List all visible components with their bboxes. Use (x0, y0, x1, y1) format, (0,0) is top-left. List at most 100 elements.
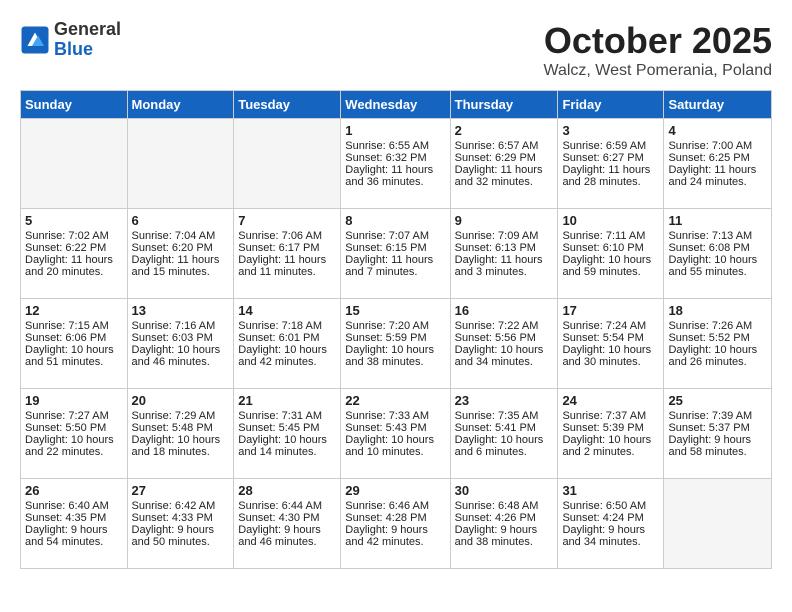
calendar-cell: 26Sunrise: 6:40 AMSunset: 4:35 PMDayligh… (21, 479, 128, 569)
calendar-cell: 1Sunrise: 6:55 AMSunset: 6:32 PMDaylight… (341, 119, 450, 209)
day-number: 29 (345, 483, 445, 498)
day-number: 31 (562, 483, 659, 498)
daylight-text: Daylight: 10 hours and 26 minutes. (668, 344, 767, 368)
daylight-text: Daylight: 9 hours and 34 minutes. (562, 524, 659, 548)
calendar-cell: 20Sunrise: 7:29 AMSunset: 5:48 PMDayligh… (127, 389, 234, 479)
sunrise-text: Sunrise: 7:35 AM (455, 410, 554, 422)
calendar-cell (21, 119, 128, 209)
logo-blue-text: Blue (54, 40, 121, 60)
calendar-cell: 11Sunrise: 7:13 AMSunset: 6:08 PMDayligh… (664, 209, 772, 299)
calendar-cell (234, 119, 341, 209)
day-header-sunday: Sunday (21, 91, 128, 119)
sunset-text: Sunset: 5:45 PM (238, 422, 336, 434)
day-number: 15 (345, 303, 445, 318)
calendar-cell: 16Sunrise: 7:22 AMSunset: 5:56 PMDayligh… (450, 299, 558, 389)
day-number: 10 (562, 213, 659, 228)
day-number: 2 (455, 123, 554, 138)
daylight-text: Daylight: 10 hours and 59 minutes. (562, 254, 659, 278)
day-number: 25 (668, 393, 767, 408)
sunrise-text: Sunrise: 7:13 AM (668, 230, 767, 242)
calendar-cell (664, 479, 772, 569)
sunrise-text: Sunrise: 7:02 AM (25, 230, 123, 242)
sunset-text: Sunset: 6:20 PM (132, 242, 230, 254)
calendar-cell: 15Sunrise: 7:20 AMSunset: 5:59 PMDayligh… (341, 299, 450, 389)
month-title: October 2025 (543, 20, 772, 62)
daylight-text: Daylight: 11 hours and 32 minutes. (455, 164, 554, 188)
sunrise-text: Sunrise: 7:04 AM (132, 230, 230, 242)
day-header-friday: Friday (558, 91, 664, 119)
calendar-cell: 13Sunrise: 7:16 AMSunset: 6:03 PMDayligh… (127, 299, 234, 389)
daylight-text: Daylight: 10 hours and 55 minutes. (668, 254, 767, 278)
sunrise-text: Sunrise: 7:22 AM (455, 320, 554, 332)
day-header-thursday: Thursday (450, 91, 558, 119)
day-number: 6 (132, 213, 230, 228)
week-row-2: 5Sunrise: 7:02 AMSunset: 6:22 PMDaylight… (21, 209, 772, 299)
daylight-text: Daylight: 11 hours and 7 minutes. (345, 254, 445, 278)
calendar-cell: 6Sunrise: 7:04 AMSunset: 6:20 PMDaylight… (127, 209, 234, 299)
sunset-text: Sunset: 5:39 PM (562, 422, 659, 434)
calendar-cell: 27Sunrise: 6:42 AMSunset: 4:33 PMDayligh… (127, 479, 234, 569)
day-number: 26 (25, 483, 123, 498)
calendar-cell: 24Sunrise: 7:37 AMSunset: 5:39 PMDayligh… (558, 389, 664, 479)
sunrise-text: Sunrise: 7:11 AM (562, 230, 659, 242)
day-number: 12 (25, 303, 123, 318)
daylight-text: Daylight: 10 hours and 30 minutes. (562, 344, 659, 368)
sunrise-text: Sunrise: 7:15 AM (25, 320, 123, 332)
sunset-text: Sunset: 6:13 PM (455, 242, 554, 254)
sunset-text: Sunset: 6:01 PM (238, 332, 336, 344)
day-number: 7 (238, 213, 336, 228)
sunset-text: Sunset: 4:30 PM (238, 512, 336, 524)
day-number: 9 (455, 213, 554, 228)
day-number: 1 (345, 123, 445, 138)
day-number: 14 (238, 303, 336, 318)
sunrise-text: Sunrise: 7:31 AM (238, 410, 336, 422)
sunrise-text: Sunrise: 6:55 AM (345, 140, 445, 152)
day-number: 27 (132, 483, 230, 498)
daylight-text: Daylight: 10 hours and 51 minutes. (25, 344, 123, 368)
daylight-text: Daylight: 9 hours and 42 minutes. (345, 524, 445, 548)
daylight-text: Daylight: 9 hours and 46 minutes. (238, 524, 336, 548)
calendar-cell: 30Sunrise: 6:48 AMSunset: 4:26 PMDayligh… (450, 479, 558, 569)
sunrise-text: Sunrise: 7:20 AM (345, 320, 445, 332)
calendar-cell: 28Sunrise: 6:44 AMSunset: 4:30 PMDayligh… (234, 479, 341, 569)
sunset-text: Sunset: 5:50 PM (25, 422, 123, 434)
day-number: 18 (668, 303, 767, 318)
calendar-cell: 8Sunrise: 7:07 AMSunset: 6:15 PMDaylight… (341, 209, 450, 299)
sunset-text: Sunset: 4:24 PM (562, 512, 659, 524)
daylight-text: Daylight: 10 hours and 2 minutes. (562, 434, 659, 458)
daylight-text: Daylight: 9 hours and 58 minutes. (668, 434, 767, 458)
calendar-cell: 21Sunrise: 7:31 AMSunset: 5:45 PMDayligh… (234, 389, 341, 479)
sunrise-text: Sunrise: 7:00 AM (668, 140, 767, 152)
sunset-text: Sunset: 6:22 PM (25, 242, 123, 254)
logo: General Blue (20, 20, 121, 60)
sunset-text: Sunset: 5:54 PM (562, 332, 659, 344)
sunrise-text: Sunrise: 6:40 AM (25, 500, 123, 512)
sunrise-text: Sunrise: 7:07 AM (345, 230, 445, 242)
calendar-cell: 17Sunrise: 7:24 AMSunset: 5:54 PMDayligh… (558, 299, 664, 389)
sunset-text: Sunset: 5:43 PM (345, 422, 445, 434)
sunset-text: Sunset: 5:37 PM (668, 422, 767, 434)
week-row-5: 26Sunrise: 6:40 AMSunset: 4:35 PMDayligh… (21, 479, 772, 569)
daylight-text: Daylight: 11 hours and 20 minutes. (25, 254, 123, 278)
daylight-text: Daylight: 10 hours and 38 minutes. (345, 344, 445, 368)
sunrise-text: Sunrise: 7:09 AM (455, 230, 554, 242)
sunrise-text: Sunrise: 7:24 AM (562, 320, 659, 332)
calendar-cell: 4Sunrise: 7:00 AMSunset: 6:25 PMDaylight… (664, 119, 772, 209)
calendar-cell: 31 Sunrise: 6:50 AMSunset: 4:24 PMDayligh… (558, 479, 664, 569)
sunrise-text: Sunrise: 7:39 AM (668, 410, 767, 422)
sunrise-text: Sunrise: 6:50 AM (562, 500, 659, 512)
day-number: 24 (562, 393, 659, 408)
logo-icon (20, 25, 50, 55)
sunrise-text: Sunrise: 7:27 AM (25, 410, 123, 422)
day-number: 11 (668, 213, 767, 228)
week-row-3: 12Sunrise: 7:15 AMSunset: 6:06 PMDayligh… (21, 299, 772, 389)
sunset-text: Sunset: 6:29 PM (455, 152, 554, 164)
day-number: 16 (455, 303, 554, 318)
daylight-text: Daylight: 10 hours and 42 minutes. (238, 344, 336, 368)
day-number: 23 (455, 393, 554, 408)
daylight-text: Daylight: 10 hours and 14 minutes. (238, 434, 336, 458)
sunrise-text: Sunrise: 6:44 AM (238, 500, 336, 512)
daylight-text: Daylight: 11 hours and 24 minutes. (668, 164, 767, 188)
day-number: 30 (455, 483, 554, 498)
day-header-saturday: Saturday (664, 91, 772, 119)
